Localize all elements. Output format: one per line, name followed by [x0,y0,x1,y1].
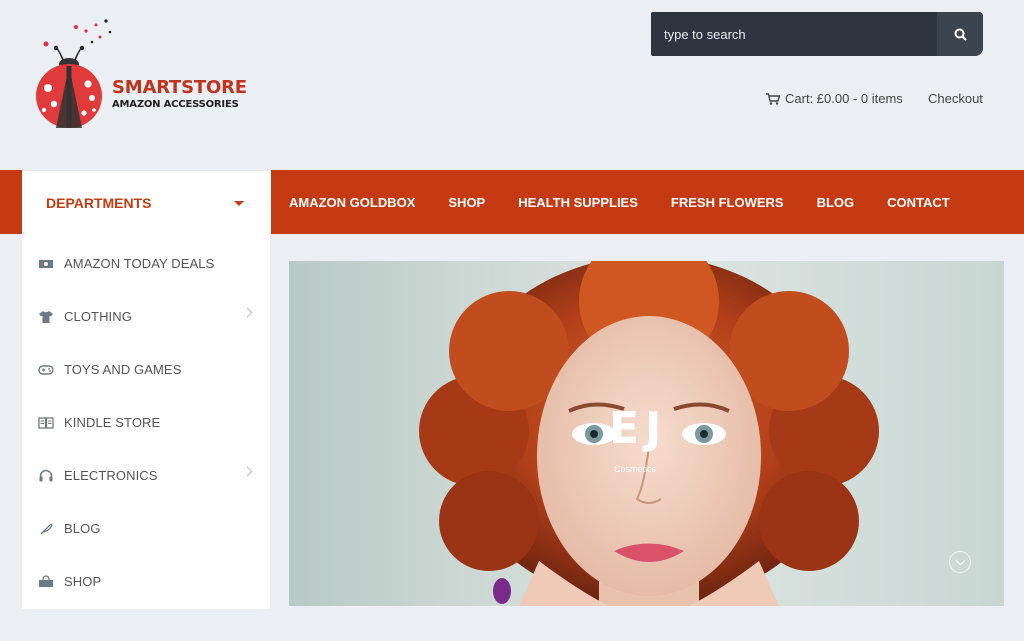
sidebar-item-label: AMAZON TODAY DEALS [64,256,215,271]
search-input[interactable] [651,12,937,56]
hero-caption: Cosmetics [614,464,657,474]
search-bar [651,12,983,56]
chevron-right-icon [242,466,253,477]
main-menu: AMAZON GOLDBOX SHOP HEALTH SUPPLIES FRES… [289,170,983,234]
sidebar-item-clothing[interactable]: CLOTHING [22,290,271,343]
sidebar-item-toys-and-games[interactable]: TOYS AND GAMES [22,343,271,396]
tshirt-icon [38,309,54,325]
sidebar-item-amazon-today-deals[interactable]: AMAZON TODAY DEALS [22,237,271,290]
sidebar-item-label: SHOP [64,574,102,589]
hero-brand-mark: EJ [609,403,668,454]
sidebar-item-blog[interactable]: BLOG [22,502,271,555]
nav-item-amazon-goldbox[interactable]: AMAZON GOLDBOX [289,195,415,210]
departments-sidebar: AMAZON TODAY DEALS CLOTHING TOYS AND GAM… [22,234,271,609]
cart-icon [766,92,780,105]
ladybug-logo[interactable] [34,18,254,133]
cart-label: Cart: £0.00 - 0 items [785,91,903,106]
nav-item-blog[interactable]: BLOG [817,195,855,210]
feather-icon [38,521,54,537]
nav-item-fresh-flowers[interactable]: FRESH FLOWERS [671,195,784,210]
chevron-right-icon [242,307,253,318]
gamepad-icon [38,362,54,378]
brand-tagline: AMAZON ACCESSORIES [112,99,239,110]
site-header: SMARTSTORE AMAZON ACCESSORIES Cart: £0.0… [0,0,1024,170]
nav-item-shop[interactable]: SHOP [448,195,485,210]
departments-label: DEPARTMENTS [46,194,152,211]
money-icon [38,256,54,272]
nav-item-health-supplies[interactable]: HEALTH SUPPLIES [518,195,638,210]
caret-down-icon [234,201,244,206]
headphones-icon [38,468,54,484]
sidebar-item-electronics[interactable]: ELECTRONICS [22,449,271,502]
sidebar-item-label: BLOG [64,521,101,536]
scroll-down-button[interactable] [949,551,971,573]
nav-item-contact[interactable]: CONTACT [887,195,950,210]
sidebar-item-kindle-store[interactable]: KINDLE STORE [22,396,271,449]
brand-name[interactable]: SMARTSTORE [112,77,247,98]
sidebar-item-label: TOYS AND GAMES [64,362,182,377]
sidebar-item-shop[interactable]: SHOP [22,555,271,608]
sidebar-item-label: CLOTHING [64,309,132,324]
sidebar-item-label: ELECTRONICS [64,468,158,483]
basket-icon [38,574,54,590]
hero-banner[interactable]: EJ Cosmetics [289,261,1004,606]
departments-toggle[interactable]: DEPARTMENTS [22,170,271,234]
cart-link[interactable]: Cart: £0.00 - 0 items [766,91,903,106]
sidebar-item-label: KINDLE STORE [64,415,161,430]
book-icon [38,415,54,431]
search-icon [954,28,967,41]
checkout-link[interactable]: Checkout [928,91,983,106]
search-button[interactable] [937,12,983,56]
